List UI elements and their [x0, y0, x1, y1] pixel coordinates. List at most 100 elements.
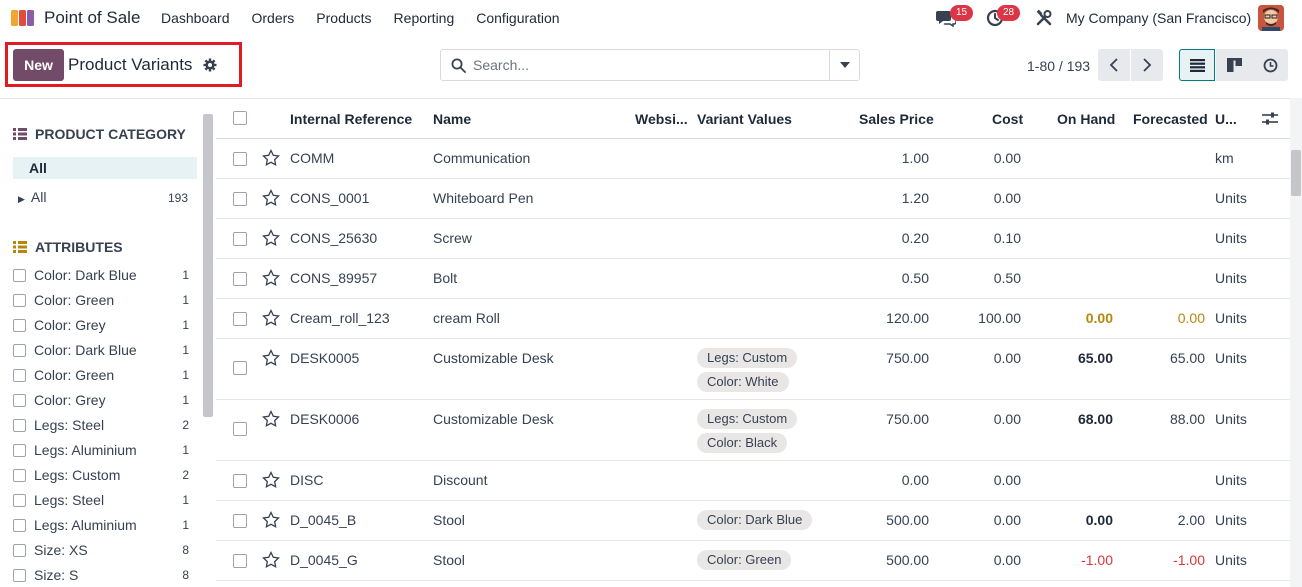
star-icon[interactable]	[262, 189, 280, 207]
attribute-filter[interactable]: Color: Grey 1	[13, 315, 189, 335]
table-row[interactable]: DESK0005 Customizable Desk Legs: Custom …	[216, 339, 1290, 400]
row-checkbox[interactable]	[233, 361, 247, 375]
column-website[interactable]: Websi...	[635, 111, 688, 127]
kanban-view-button[interactable]	[1216, 49, 1252, 81]
select-all-checkbox[interactable]	[233, 111, 247, 125]
attribute-checkbox[interactable]	[13, 468, 26, 482]
star-icon[interactable]	[262, 269, 280, 287]
table-row[interactable]: CONS_89957 Bolt 0.50 0.50 Units	[216, 259, 1290, 299]
row-checkbox[interactable]	[233, 474, 247, 488]
sales-price-cell: 1.00	[901, 150, 929, 166]
category-all-selected[interactable]: All	[13, 157, 197, 179]
attribute-checkbox[interactable]	[13, 293, 26, 307]
attribute-filter[interactable]: Legs: Steel 1	[13, 490, 189, 510]
table-row[interactable]: D_0045_B Stool Color: Dark Blue 500.00 0…	[216, 501, 1290, 541]
menu-configuration[interactable]: Configuration	[476, 10, 559, 26]
column-uom[interactable]: U...	[1215, 111, 1237, 127]
attribute-checkbox[interactable]	[13, 493, 26, 507]
attribute-filter[interactable]: Legs: Steel 2	[13, 415, 189, 435]
attribute-checkbox[interactable]	[13, 518, 26, 532]
pager-value[interactable]: 1-80 / 193	[1027, 58, 1090, 74]
attribute-filter[interactable]: Color: Green 1	[13, 365, 189, 385]
star-icon[interactable]	[262, 149, 280, 167]
row-checkbox[interactable]	[233, 312, 247, 326]
row-checkbox[interactable]	[233, 272, 247, 286]
attribute-checkbox[interactable]	[13, 368, 26, 382]
star-icon[interactable]	[262, 410, 280, 428]
sidebar-scrollbar[interactable]	[203, 114, 213, 417]
attribute-checkbox[interactable]	[13, 443, 26, 457]
table-row[interactable]: Cream_roll_123 cream Roll 120.00 100.00 …	[216, 299, 1290, 339]
name-cell: Communication	[433, 150, 531, 166]
attribute-checkbox[interactable]	[13, 343, 26, 357]
attribute-filter[interactable]: Color: Green 1	[13, 290, 189, 310]
menu-products[interactable]: Products	[316, 10, 371, 26]
user-avatar[interactable]	[1258, 5, 1284, 31]
menu-orders[interactable]: Orders	[252, 10, 295, 26]
attribute-checkbox[interactable]	[13, 543, 26, 557]
attribute-filter[interactable]: Legs: Custom 2	[13, 465, 189, 485]
table-row[interactable]: DESK0006 Customizable Desk Legs: Custom …	[216, 400, 1290, 461]
list-view-button[interactable]	[1179, 49, 1215, 81]
search-options-toggle[interactable]	[829, 50, 859, 80]
row-checkbox[interactable]	[233, 554, 247, 568]
table-row[interactable]: DISC Discount 0.00 0.00 Units	[216, 461, 1290, 501]
column-variant-values[interactable]: Variant Values	[697, 111, 792, 127]
category-list-icon	[13, 128, 27, 140]
attribute-filter[interactable]: Size: XS 8	[13, 540, 189, 560]
attribute-checkbox[interactable]	[13, 268, 26, 282]
row-checkbox[interactable]	[233, 514, 247, 528]
column-forecasted[interactable]: Forecasted	[1133, 111, 1208, 127]
attribute-count: 1	[182, 343, 189, 357]
row-checkbox[interactable]	[233, 192, 247, 206]
attribute-checkbox[interactable]	[13, 393, 26, 407]
attribute-filter[interactable]: Legs: Aluminium 1	[13, 440, 189, 460]
table-row[interactable]: CONS_0001 Whiteboard Pen 1.20 0.00 Units	[216, 179, 1290, 219]
table-row[interactable]: D_0045_G Stool Color: Green 500.00 0.00 …	[216, 541, 1290, 581]
column-internal-reference[interactable]: Internal Reference	[290, 111, 412, 127]
uom-cell: Units	[1215, 230, 1247, 246]
attribute-filter[interactable]: Size: S 8	[13, 565, 189, 585]
pager-next-button[interactable]	[1131, 49, 1163, 81]
list-scrollbar[interactable]	[1291, 150, 1301, 196]
column-cost[interactable]: Cost	[992, 111, 1023, 127]
internal-reference-cell: DISC	[290, 472, 324, 488]
row-checkbox[interactable]	[233, 232, 247, 246]
search-input[interactable]	[473, 50, 828, 80]
attribute-filter[interactable]: Color: Dark Blue 1	[13, 265, 189, 285]
column-on-hand[interactable]: On Hand	[1057, 111, 1115, 127]
row-checkbox[interactable]	[233, 422, 247, 436]
menu-reporting[interactable]: Reporting	[394, 10, 455, 26]
activity-view-button[interactable]	[1252, 49, 1288, 81]
new-button[interactable]: New	[13, 49, 64, 81]
app-name[interactable]: Point of Sale	[44, 8, 140, 28]
star-icon[interactable]	[262, 309, 280, 327]
pos-app-icon[interactable]	[10, 8, 36, 28]
attribute-filter[interactable]: Color: Dark Blue 1	[13, 340, 189, 360]
star-icon[interactable]	[262, 349, 280, 367]
category-all[interactable]: ▶ All	[18, 189, 46, 205]
gear-icon[interactable]	[203, 58, 217, 72]
star-icon[interactable]	[262, 551, 280, 569]
row-checkbox[interactable]	[233, 152, 247, 166]
attribute-filter[interactable]: Legs: Aluminium 1	[13, 515, 189, 535]
cost-cell: 0.10	[993, 230, 1021, 246]
star-icon[interactable]	[262, 471, 280, 489]
tools-icon[interactable]	[1035, 9, 1053, 27]
attribute-checkbox[interactable]	[13, 318, 26, 332]
pager-previous-button[interactable]	[1098, 49, 1130, 81]
optional-columns-icon[interactable]	[1262, 112, 1278, 126]
company-switcher[interactable]: My Company (San Francisco)	[1066, 10, 1251, 26]
attribute-checkbox[interactable]	[13, 568, 26, 582]
table-row[interactable]: COMM Communication 1.00 0.00 km	[216, 139, 1290, 179]
attribute-filter[interactable]: Color: Grey 1	[13, 390, 189, 410]
table-row[interactable]: CONS_25630 Screw 0.20 0.10 Units	[216, 219, 1290, 259]
caret-right-icon[interactable]: ▶	[18, 194, 25, 204]
column-name[interactable]: Name	[433, 111, 471, 127]
uom-cell: Units	[1215, 552, 1247, 568]
attribute-checkbox[interactable]	[13, 418, 26, 432]
star-icon[interactable]	[262, 511, 280, 529]
star-icon[interactable]	[262, 229, 280, 247]
menu-dashboard[interactable]: Dashboard	[161, 10, 230, 26]
column-sales-price[interactable]: Sales Price	[859, 111, 934, 127]
